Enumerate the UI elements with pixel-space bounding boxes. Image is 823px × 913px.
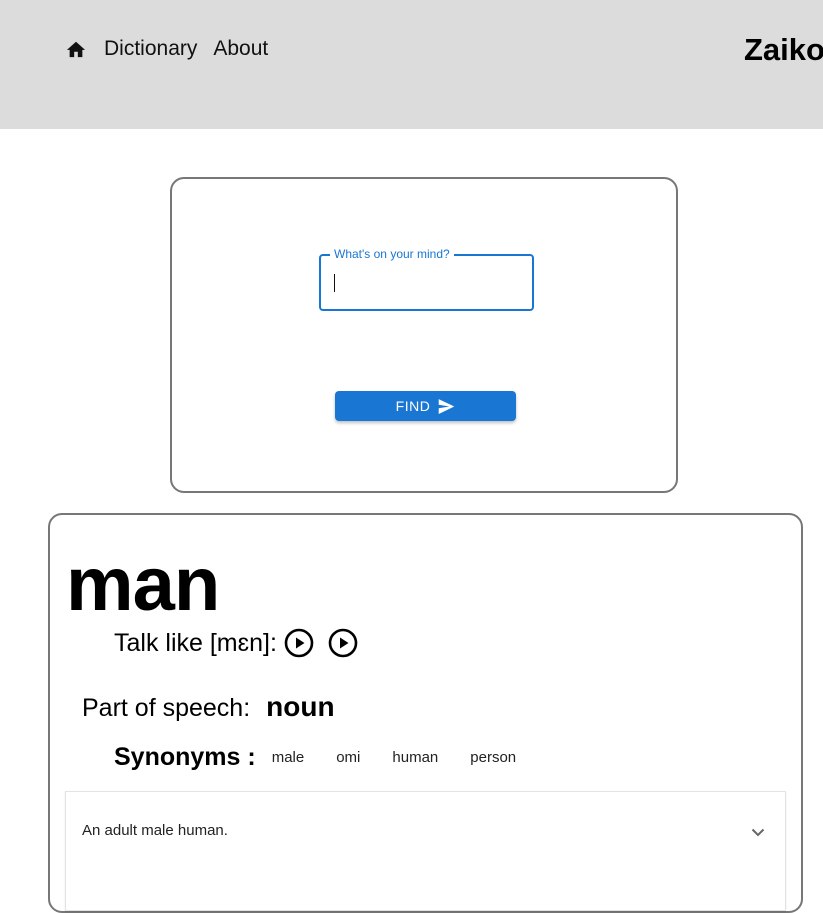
chevron-down-icon[interactable]	[748, 822, 768, 842]
definition-text: An adult male human.	[82, 822, 228, 839]
nav-link-dictionary[interactable]: Dictionary	[104, 34, 197, 64]
part-of-speech-value: noun	[266, 691, 335, 722]
nav-menu: Dictionary About	[64, 34, 284, 64]
text-caret	[334, 274, 335, 292]
find-button-label: FIND	[395, 398, 431, 414]
pronunciation-row: Talk like [mɛn]:	[114, 625, 359, 661]
synonym-chip[interactable]: male	[266, 745, 311, 770]
search-input[interactable]	[333, 270, 518, 294]
play-circle-icon[interactable]	[327, 627, 359, 659]
search-field-label: What's on your mind?	[330, 247, 454, 261]
home-icon[interactable]	[64, 37, 88, 61]
top-bar: Dictionary About Zaiko	[0, 0, 823, 129]
result-card: man Talk like [mɛn]: Part of speech: nou…	[48, 513, 803, 913]
find-button[interactable]: FIND	[335, 391, 516, 421]
send-icon	[438, 398, 455, 414]
brand-title: Zaiko	[744, 32, 823, 67]
word-title: man	[66, 542, 220, 627]
pronunciation-label: Talk like [mɛn]:	[114, 629, 277, 657]
synonyms-row: Synonyms : male omi human person	[114, 743, 542, 772]
search-field[interactable]: What's on your mind?	[319, 247, 534, 311]
synonyms-label: Synonyms :	[114, 743, 256, 771]
part-of-speech-label: Part of speech:	[82, 694, 251, 722]
synonym-chip[interactable]: person	[464, 745, 522, 770]
synonym-chip[interactable]: omi	[330, 745, 366, 770]
definition-accordion[interactable]: An adult male human.	[65, 791, 786, 911]
play-circle-icon[interactable]	[283, 627, 315, 659]
part-of-speech-row: Part of speech: noun	[82, 691, 335, 723]
search-card: What's on your mind? FIND	[170, 177, 678, 493]
nav-link-about[interactable]: About	[213, 34, 268, 64]
synonym-chip[interactable]: human	[386, 745, 444, 770]
